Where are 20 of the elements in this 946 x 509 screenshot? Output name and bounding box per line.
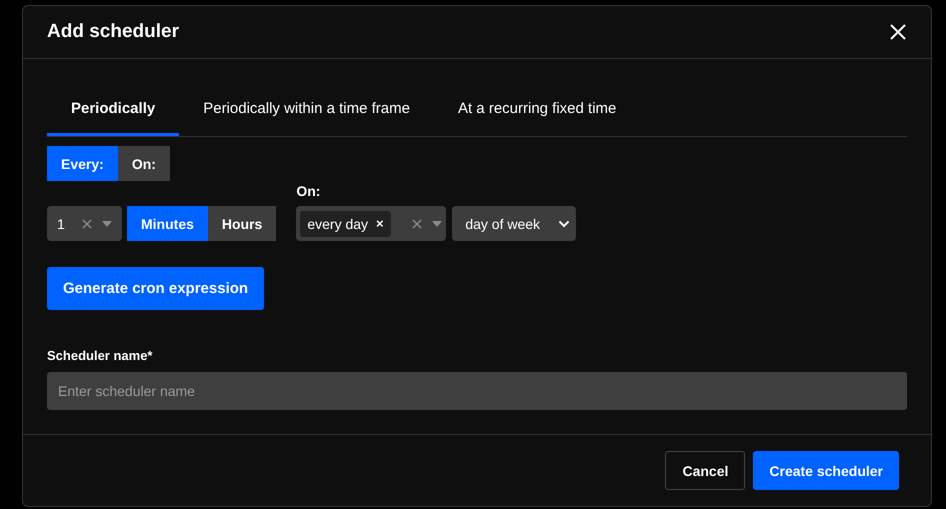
unit-toggle[interactable]: Hours xyxy=(208,206,276,241)
field-label: Scheduler name* xyxy=(47,348,154,363)
name-input[interactable]: Enter scheduler name xyxy=(47,372,907,410)
mode-toggle[interactable]: On: xyxy=(118,146,170,181)
mode-toggle[interactable]: Every: xyxy=(47,146,118,181)
number-select[interactable]: 1 xyxy=(47,206,122,241)
generate-button[interactable]: Generate cron expression xyxy=(47,267,264,310)
tag-label: every day xyxy=(307,216,368,232)
tab[interactable]: Periodically xyxy=(47,84,180,136)
field-label: On: xyxy=(296,183,322,199)
multi-select[interactable]: every day × xyxy=(296,206,446,241)
create-button[interactable]: Create scheduler xyxy=(753,451,899,490)
cancel-button[interactable]: Cancel xyxy=(665,451,746,490)
day-select[interactable]: day of week xyxy=(452,206,576,241)
dialog-title: Add scheduler xyxy=(47,21,179,43)
remove-tag-button[interactable]: × xyxy=(376,216,384,231)
select-value: day of week xyxy=(465,216,540,232)
tab[interactable]: Periodically within a time frame xyxy=(179,84,434,136)
tab[interactable]: At a recurring fixed time xyxy=(434,84,640,136)
unit-toggle[interactable]: Minutes xyxy=(127,206,208,241)
